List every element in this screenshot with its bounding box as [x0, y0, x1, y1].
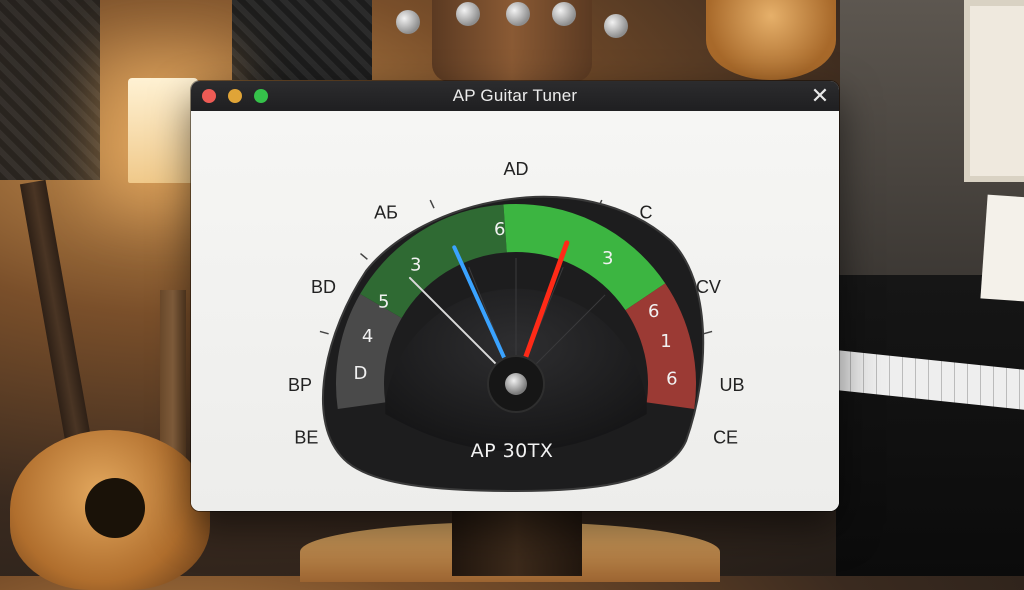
model-label: AP 30TX	[471, 440, 554, 462]
note-label: UB	[719, 375, 744, 395]
scale-number: 3	[410, 254, 421, 275]
scale-tick	[429, 199, 435, 209]
scale-number: 6	[494, 219, 505, 240]
tuning-peg	[506, 2, 530, 26]
scale-number: 5	[378, 291, 389, 312]
tuning-peg	[604, 14, 628, 38]
tuning-peg	[456, 2, 480, 26]
guitar-body-right	[706, 0, 836, 80]
scale-tick	[360, 252, 368, 260]
note-label: BP	[288, 375, 312, 395]
note-label: AБ	[374, 202, 398, 222]
title-bar[interactable]: AP Guitar Tuner ✕	[191, 81, 839, 111]
note-label: BD	[311, 277, 336, 297]
tuner-panel: D45363616 BE BP BD AБ AD C CV UB CE AP 30TX	[191, 111, 839, 511]
guitar-neck-bottom	[452, 510, 582, 576]
guitar-neck-left	[19, 179, 95, 461]
scale-number: 3	[602, 248, 613, 269]
tuning-peg	[552, 2, 576, 26]
tuner-gauge: D45363616 BEBPBDAБADCCVUBCE AP 30TX	[288, 159, 745, 493]
note-label: CE	[713, 427, 738, 447]
sheet-music	[980, 194, 1024, 302]
piano	[836, 275, 1024, 576]
lamp-shade	[128, 78, 198, 183]
window-title: AP Guitar Tuner	[452, 86, 578, 105]
scale-number: 4	[362, 326, 373, 347]
scale-tick	[703, 330, 713, 335]
scale-number: 6	[648, 301, 659, 322]
acoustic-foam-panel-top	[232, 0, 372, 80]
acoustic-foam-panel	[0, 0, 100, 180]
needle-hub	[505, 373, 527, 395]
note-label: C	[639, 202, 652, 222]
scale-number: 1	[660, 331, 671, 352]
note-label: AD	[503, 159, 528, 179]
close-icon[interactable]: ✕	[809, 85, 831, 107]
picture-frame	[964, 0, 1024, 182]
scale-tick	[319, 330, 329, 335]
scale-number: 6	[666, 369, 677, 390]
guitar-soundhole-left	[85, 478, 145, 538]
tuning-peg	[396, 10, 420, 34]
note-label: BE	[294, 427, 318, 447]
note-label: CV	[696, 277, 721, 297]
scale-number: D	[353, 363, 367, 384]
tuner-window: AP Guitar Tuner ✕ D45363616 BE BP BD AБ A	[191, 81, 839, 511]
